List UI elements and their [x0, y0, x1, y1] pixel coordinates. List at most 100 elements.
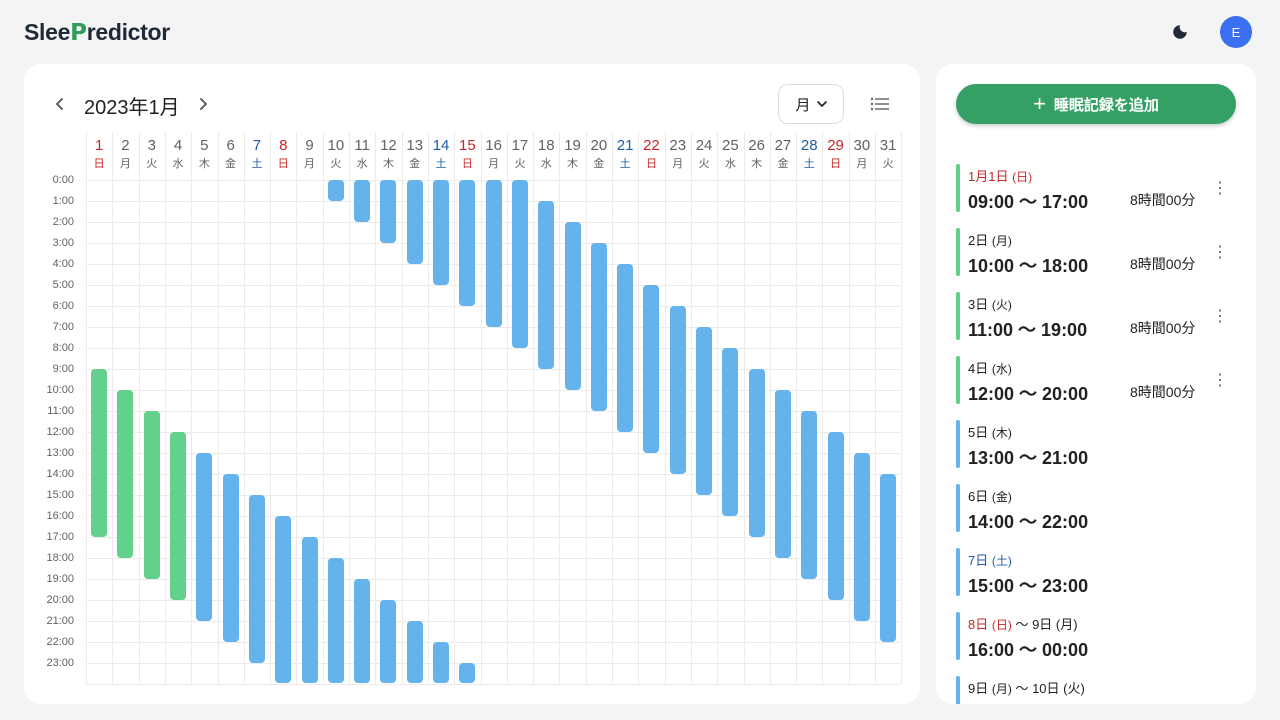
day-header[interactable]: 20 金: [586, 136, 612, 172]
more-vert-icon[interactable]: ⋮: [1212, 370, 1228, 390]
hour-label: 18:00: [46, 552, 74, 564]
sleep-bar-predicted[interactable]: [774, 390, 791, 558]
sleep-bar-predicted[interactable]: [354, 579, 371, 683]
sleep-bar-predicted[interactable]: [880, 474, 897, 642]
sleep-bar-predicted[interactable]: [222, 474, 239, 642]
sleep-bar-predicted[interactable]: [459, 180, 476, 306]
sleep-bar-predicted[interactable]: [380, 180, 397, 243]
day-header[interactable]: 5木: [191, 136, 217, 172]
sleep-bar-predicted[interactable]: [406, 621, 423, 683]
sleep-bar-predicted[interactable]: [380, 600, 397, 683]
day-header[interactable]: 31 火: [875, 136, 901, 172]
sleep-record-item[interactable]: 2日 (月) 10:00 〜 18:00 8時間00分 ⋮: [956, 228, 1236, 276]
day-header[interactable]: 23 月: [665, 136, 691, 172]
day-header[interactable]: 13 金: [402, 136, 428, 172]
app-logo[interactable]: Slee Predictor: [24, 19, 170, 46]
day-header[interactable]: 4水: [165, 136, 191, 172]
grid-line-vertical: [138, 132, 140, 684]
sleep-bar-recorded[interactable]: [170, 432, 187, 600]
day-header[interactable]: 14 土: [428, 136, 454, 172]
sleep-record-item[interactable]: 8日 (日) 〜 9日 (月) 16:00 〜 00:00: [956, 612, 1236, 660]
day-header[interactable]: 3火: [139, 136, 165, 172]
day-header[interactable]: 6金: [218, 136, 244, 172]
sleep-bar-predicted[interactable]: [722, 348, 739, 516]
sleep-record-item[interactable]: 9日 (月) 〜 10日 (火): [956, 676, 1236, 704]
add-sleep-record-button[interactable]: + 睡眠記録を追加: [956, 84, 1236, 124]
sleep-bar-predicted[interactable]: [459, 663, 476, 683]
view-mode-select[interactable]: 月: [778, 84, 844, 124]
day-header[interactable]: 22 日: [638, 136, 664, 172]
day-number: 24: [695, 137, 713, 154]
sleep-bar-predicted[interactable]: [327, 180, 344, 201]
sleep-bar-predicted[interactable]: [354, 180, 371, 222]
dark-mode-toggle[interactable]: [1166, 18, 1194, 46]
sleep-bar-predicted[interactable]: [433, 642, 450, 683]
sleep-record-item[interactable]: 3日 (火) 11:00 〜 19:00 8時間00分 ⋮: [956, 292, 1236, 340]
sleep-bar-predicted[interactable]: [617, 264, 634, 432]
sleep-bar-predicted[interactable]: [538, 201, 555, 369]
day-header[interactable]: 12 木: [375, 136, 401, 172]
sleep-record-item[interactable]: 4日 (水) 12:00 〜 20:00 8時間00分 ⋮: [956, 356, 1236, 404]
sleep-bar-predicted[interactable]: [196, 453, 213, 621]
sleep-bar-predicted[interactable]: [801, 411, 818, 579]
sleep-bar-predicted[interactable]: [669, 306, 686, 474]
day-header[interactable]: 21 土: [612, 136, 638, 172]
day-weekday: 日: [830, 158, 842, 170]
sleep-record-item[interactable]: 5日 (木) 13:00 〜 21:00: [956, 420, 1236, 468]
sleep-bar-predicted[interactable]: [485, 180, 502, 327]
sleep-bar-predicted[interactable]: [301, 537, 318, 683]
day-header[interactable]: 18 水: [533, 136, 559, 172]
day-weekday: 火: [882, 158, 894, 170]
day-header[interactable]: 10 火: [323, 136, 349, 172]
record-date-day: 7日: [968, 553, 992, 568]
day-header[interactable]: 8日: [270, 136, 296, 172]
day-header[interactable]: 17 火: [507, 136, 533, 172]
sleep-record-item[interactable]: 7日 (土) 15:00 〜 23:00: [956, 548, 1236, 596]
day-header[interactable]: 1日: [86, 136, 112, 172]
sleep-bar-predicted[interactable]: [511, 180, 528, 348]
sleep-bar-predicted[interactable]: [433, 180, 450, 285]
sleep-bar-predicted[interactable]: [696, 327, 713, 495]
next-month-button[interactable]: [191, 92, 215, 116]
sleep-bar-recorded[interactable]: [117, 390, 134, 558]
day-header[interactable]: 30 月: [849, 136, 875, 172]
day-header[interactable]: 19 木: [559, 136, 585, 172]
day-header[interactable]: 2月: [112, 136, 138, 172]
sleep-bar-predicted[interactable]: [327, 558, 344, 683]
more-vert-icon[interactable]: ⋮: [1212, 178, 1228, 198]
prev-month-button[interactable]: [48, 92, 72, 116]
sleep-bar-predicted[interactable]: [406, 180, 423, 264]
day-header[interactable]: 27 金: [770, 136, 796, 172]
sleep-bar-predicted[interactable]: [275, 516, 292, 683]
sleep-record-item[interactable]: 6日 (金) 14:00 〜 22:00: [956, 484, 1236, 532]
sleep-bar-recorded[interactable]: [91, 369, 108, 537]
sleep-bar-predicted[interactable]: [853, 453, 870, 621]
day-header[interactable]: 29 日: [822, 136, 848, 172]
add-sleep-record-label: 睡眠記録を追加: [1053, 96, 1159, 114]
day-header[interactable]: 15 日: [454, 136, 480, 172]
day-header[interactable]: 9月: [296, 136, 322, 172]
sleep-bar-predicted[interactable]: [564, 222, 581, 390]
day-header[interactable]: 24 火: [691, 136, 717, 172]
day-header[interactable]: 16 月: [481, 136, 507, 172]
day-weekday: 金: [777, 158, 789, 170]
day-header[interactable]: 25 水: [717, 136, 743, 172]
day-header[interactable]: 7土: [244, 136, 270, 172]
sleep-bar-predicted[interactable]: [248, 495, 265, 663]
sleep-record-item[interactable]: 1月1日 (日) 09:00 〜 17:00 8時間00分 ⋮: [956, 164, 1236, 212]
avatar[interactable]: E: [1220, 16, 1252, 48]
day-header[interactable]: 26 木: [744, 136, 770, 172]
sleep-bar-recorded[interactable]: [143, 411, 160, 579]
day-header[interactable]: 11 水: [349, 136, 375, 172]
sleep-bar-predicted[interactable]: [748, 369, 765, 537]
sleep-bar-predicted[interactable]: [827, 432, 844, 600]
more-vert-icon[interactable]: ⋮: [1212, 306, 1228, 326]
sleep-bar-predicted[interactable]: [590, 243, 607, 411]
more-vert-icon[interactable]: ⋮: [1212, 242, 1228, 262]
day-weekday: 日: [645, 158, 657, 170]
sleep-bar-predicted[interactable]: [643, 285, 660, 453]
grid-line-vertical: [559, 132, 561, 684]
day-weekday: 月: [119, 158, 131, 170]
day-header[interactable]: 28 土: [796, 136, 822, 172]
list-view-button[interactable]: [866, 92, 894, 116]
